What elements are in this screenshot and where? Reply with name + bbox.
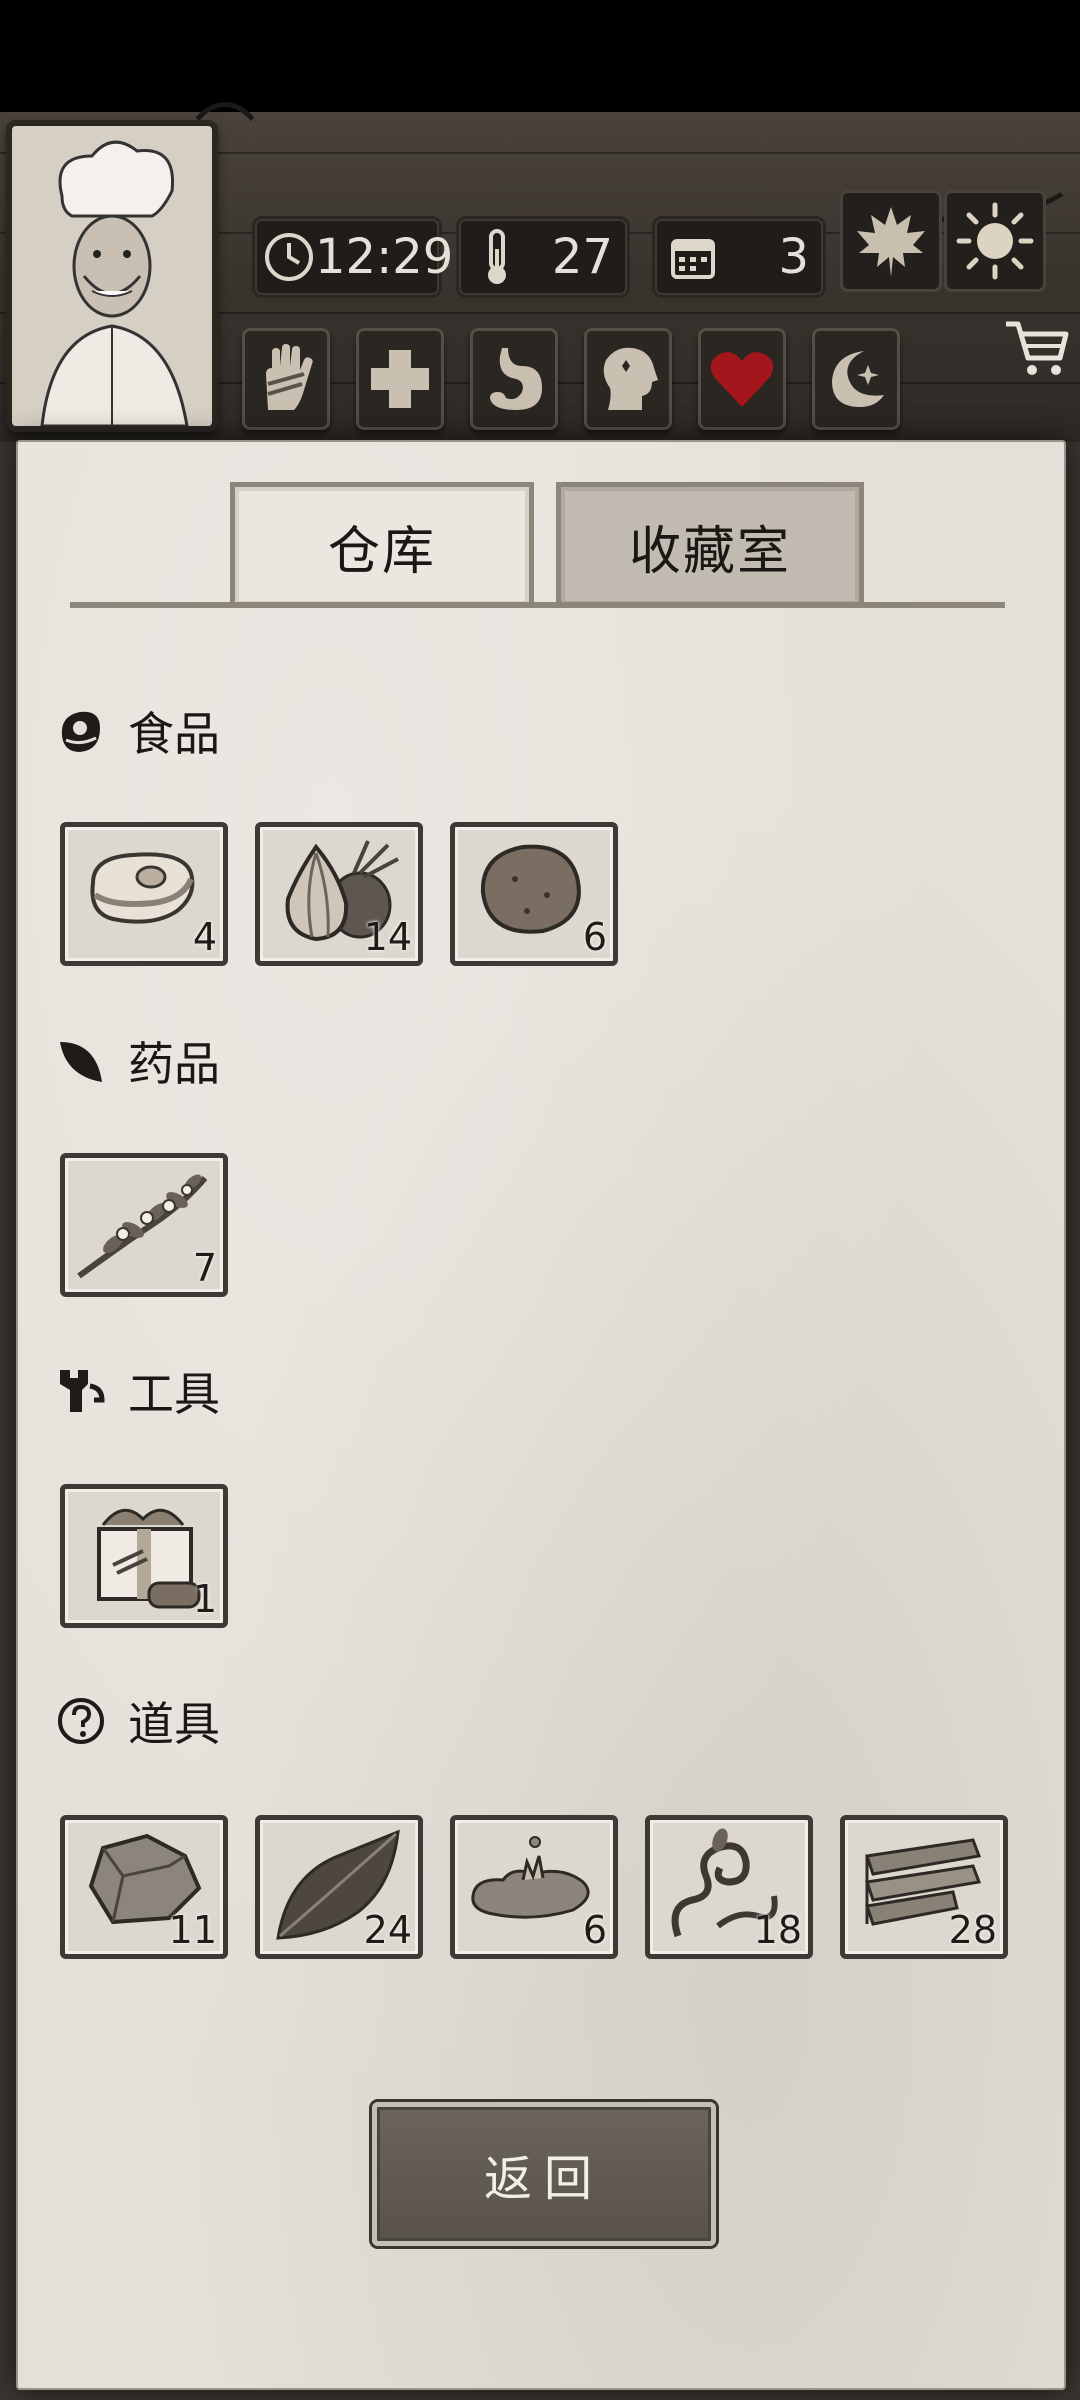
question-category-icon — [56, 1696, 106, 1746]
temperature-display: 27 — [456, 216, 630, 298]
category-tools-header: 工具 — [56, 1356, 220, 1426]
time-value: 12:29 — [315, 229, 454, 285]
calendar-icon — [663, 227, 723, 287]
stomach-status-button[interactable] — [470, 328, 558, 430]
item-count: 6 — [582, 915, 607, 959]
heart-icon — [710, 352, 774, 407]
category-food-header: 食品 — [56, 696, 220, 766]
item-count: 14 — [363, 915, 412, 959]
season-button[interactable] — [840, 190, 942, 292]
time-display: 12:29 — [252, 216, 453, 298]
stomach-icon — [490, 348, 542, 410]
tab-divider — [70, 602, 1005, 608]
category-props-label: 道具 — [128, 1697, 220, 1751]
shop-button[interactable] — [1004, 312, 1070, 382]
maple-leaf-icon — [857, 207, 925, 277]
back-button[interactable]: 返回 — [372, 2102, 716, 2246]
cross-icon — [371, 350, 429, 408]
thermometer-icon — [467, 227, 527, 287]
heart-status-button[interactable] — [698, 328, 786, 430]
weather-button[interactable] — [944, 190, 1046, 292]
item-count: 28 — [948, 1908, 997, 1952]
clock-icon — [263, 227, 315, 287]
day-value: 3 — [778, 229, 809, 285]
wrench-category-icon — [56, 1366, 106, 1416]
health-status-button[interactable] — [356, 328, 444, 430]
item-slot-leaf[interactable]: 24 — [255, 1815, 423, 1959]
item-count: 4 — [192, 915, 217, 959]
item-count: 1 — [192, 1577, 217, 1621]
tab-collection-room[interactable]: 收藏室 — [556, 482, 864, 605]
item-slot-wood[interactable]: 28 — [840, 1815, 1008, 1959]
tab-warehouse[interactable]: 仓库 — [230, 482, 534, 605]
item-slot-potato[interactable]: 6 — [450, 822, 618, 966]
item-slot-onion-beet[interactable]: 14 — [255, 822, 423, 966]
item-slot-steak[interactable]: 4 — [60, 822, 228, 966]
item-slot-stone[interactable]: 11 — [60, 1815, 228, 1959]
category-props-header: 道具 — [56, 1686, 220, 1756]
item-count: 24 — [363, 1908, 412, 1952]
chef-avatar-icon — [12, 126, 212, 426]
temperature-value: 27 — [551, 229, 613, 285]
item-count: 11 — [168, 1908, 217, 1952]
shopping-cart-icon — [1006, 321, 1069, 375]
head-icon — [603, 347, 658, 410]
category-food-label: 食品 — [128, 707, 220, 761]
day-display: 3 — [652, 216, 826, 298]
mental-status-button[interactable] — [584, 328, 672, 430]
leaf-category-icon — [56, 1036, 106, 1086]
sleep-status-button[interactable] — [812, 328, 900, 430]
item-count: 18 — [753, 1908, 802, 1952]
item-slot-herb[interactable]: 7 — [60, 1153, 228, 1297]
sun-icon — [956, 202, 1034, 280]
bandaged-hand-icon — [266, 344, 313, 410]
category-medicine-label: 药品 — [128, 1037, 220, 1091]
moon-icon — [832, 351, 884, 407]
character-portrait[interactable] — [6, 120, 218, 432]
meat-category-icon — [56, 706, 106, 756]
category-tools-label: 工具 — [128, 1367, 220, 1421]
hand-status-button[interactable] — [242, 328, 330, 430]
item-slot-toolbox[interactable]: 1 — [60, 1484, 228, 1628]
item-slot-water[interactable]: 6 — [450, 1815, 618, 1959]
category-medicine-header: 药品 — [56, 1026, 220, 1096]
item-count: 7 — [192, 1246, 217, 1290]
item-slot-vine[interactable]: 18 — [645, 1815, 813, 1959]
item-count: 6 — [582, 1908, 607, 1952]
